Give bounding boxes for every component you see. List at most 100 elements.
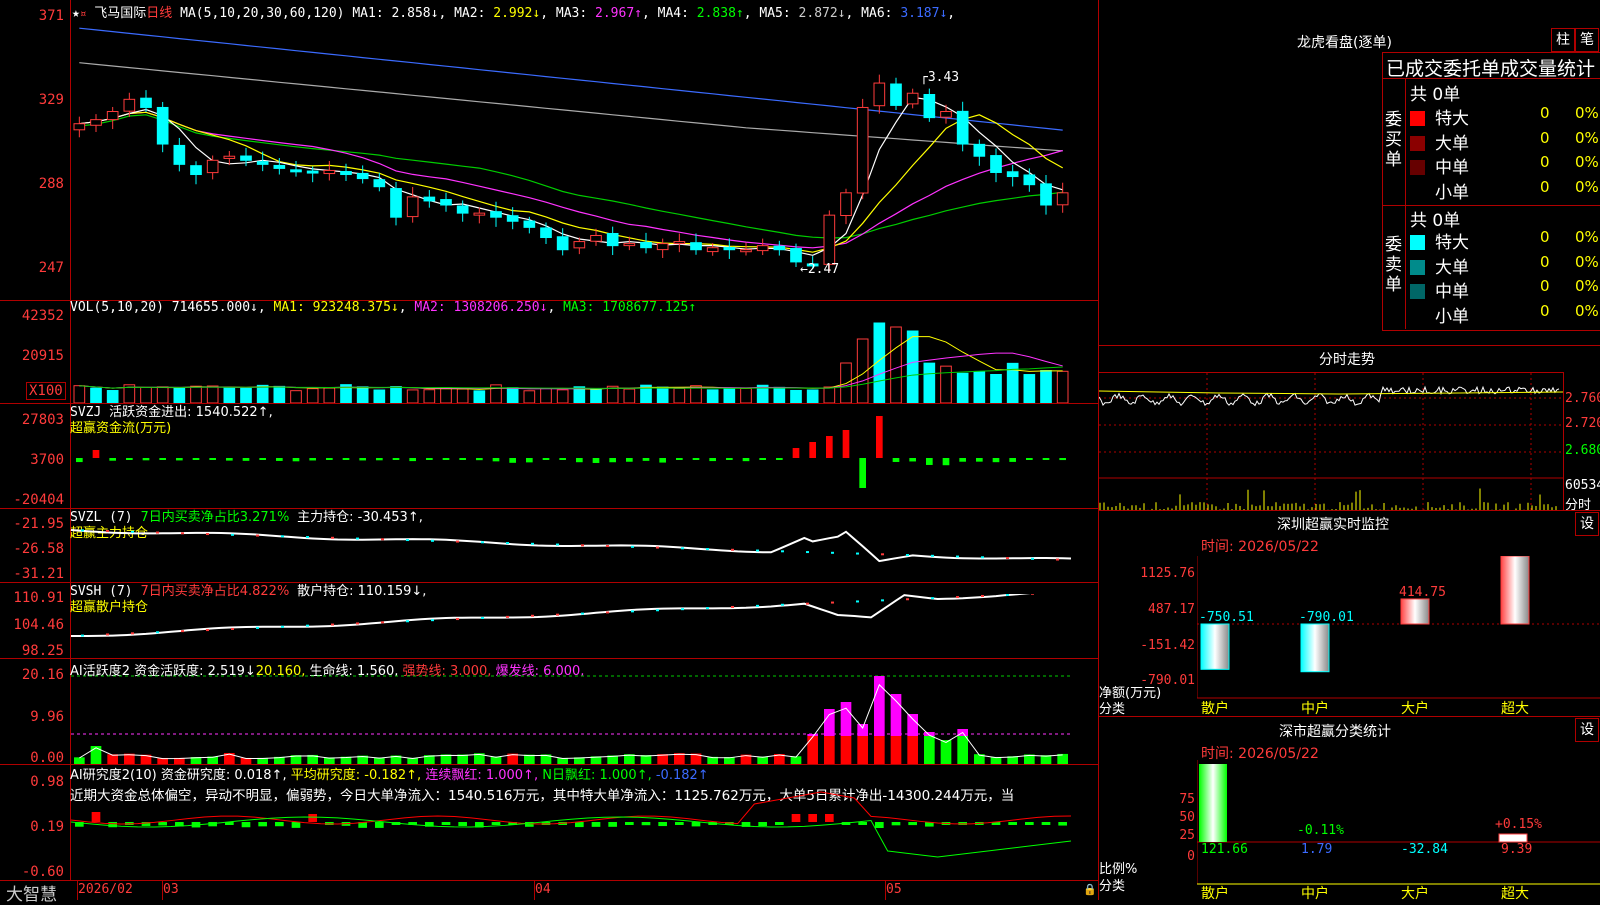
flow-bar bbox=[459, 458, 466, 460]
research-bar bbox=[658, 822, 667, 827]
volume-bar bbox=[290, 390, 302, 403]
candle-body bbox=[1056, 192, 1069, 206]
volume-bar bbox=[890, 326, 902, 403]
sz-monitor-chart[interactable]: -750.51 -790.01 414.75 1125.76 bbox=[1197, 556, 1600, 712]
sell-order-pct: 0% bbox=[1575, 301, 1599, 320]
sell-order-row: 中单 0 0% bbox=[1410, 277, 1600, 302]
lock-icon[interactable]: 🔒 bbox=[1083, 883, 1097, 896]
chart-area[interactable]: ★¤ 飞马国际日线 MA(5,10,20,30,60,120) MA1: 2.8… bbox=[0, 0, 1098, 905]
sz-value-2: 414.75 bbox=[1399, 585, 1446, 600]
sell-order-swatch bbox=[1410, 308, 1425, 324]
research-bar bbox=[158, 822, 167, 826]
sz-value-3: 1125.76 bbox=[1499, 556, 1554, 557]
sz-settings-button[interactable]: 设 bbox=[1575, 512, 1599, 536]
vol-unit[interactable]: X100 bbox=[26, 382, 66, 400]
ai1-ytick-0: 20.16 bbox=[21, 667, 64, 683]
flow-bar bbox=[792, 448, 800, 458]
sz-top-divider bbox=[1099, 510, 1600, 511]
volume-bar bbox=[823, 386, 836, 403]
research-bar bbox=[1058, 822, 1067, 826]
volume-bar bbox=[623, 388, 636, 403]
activity-chart[interactable] bbox=[71, 674, 1097, 764]
flow-bar bbox=[492, 458, 500, 462]
flow-bar bbox=[209, 458, 216, 460]
activity-bar bbox=[907, 736, 918, 764]
candle-body bbox=[990, 155, 1002, 173]
research-bar bbox=[108, 822, 117, 828]
candle-body bbox=[790, 248, 802, 263]
candle-body bbox=[923, 94, 936, 119]
flow-bar bbox=[226, 458, 233, 461]
candlestick-chart[interactable] bbox=[71, 16, 1097, 300]
activity-bar bbox=[824, 736, 835, 764]
flow-bar bbox=[592, 458, 600, 463]
sz-bar-0 bbox=[1200, 623, 1230, 670]
research-bar bbox=[441, 822, 451, 825]
main-ytick-0: 371 bbox=[38, 8, 64, 24]
ma-line-3 bbox=[79, 114, 1063, 239]
candle-body bbox=[256, 161, 269, 165]
volume-bar bbox=[1040, 370, 1052, 403]
sell-order-row: 特大 0 0% bbox=[1410, 228, 1600, 253]
candle-body bbox=[240, 155, 252, 161]
candle-body bbox=[106, 111, 119, 121]
candle-body bbox=[456, 205, 469, 214]
activity-bar-top bbox=[840, 702, 852, 736]
volume-bar bbox=[423, 389, 436, 403]
buy-order-row: 特大 0 0% bbox=[1410, 104, 1600, 129]
fl-stats-chart[interactable]: -0.11% +0.15% 121.66 1.79 -32.84 9.39 bbox=[1197, 760, 1600, 900]
volume-bar bbox=[673, 387, 686, 403]
research-bar bbox=[591, 822, 601, 827]
research-chart[interactable] bbox=[71, 790, 1097, 880]
buy-order-name: 大单 bbox=[1435, 133, 1469, 154]
research-bar bbox=[241, 822, 251, 828]
main-force-chart[interactable] bbox=[71, 520, 1097, 582]
flow-bar bbox=[142, 458, 150, 461]
fl-settings-button[interactable]: 设 bbox=[1575, 718, 1599, 742]
sell-order-swatch bbox=[1410, 235, 1425, 250]
candle-body bbox=[373, 179, 386, 188]
flow-bar bbox=[476, 458, 483, 461]
flow-bar bbox=[376, 458, 383, 461]
volume-bar bbox=[373, 389, 386, 403]
flow-bar bbox=[509, 458, 516, 463]
divider-svzl bbox=[0, 582, 1098, 583]
activity-bar-top bbox=[907, 714, 918, 736]
fl-cat-2: 大户 bbox=[1401, 886, 1429, 902]
xaxis-tick-1 bbox=[162, 880, 163, 900]
research-bar bbox=[575, 822, 584, 828]
flow-bar bbox=[159, 458, 166, 460]
flow-bar bbox=[409, 458, 416, 462]
volume-chart[interactable] bbox=[71, 315, 1097, 403]
fl-cat-3: 超大 bbox=[1501, 886, 1529, 902]
tick-view-button[interactable]: 笔 bbox=[1575, 28, 1599, 52]
fl-tick-0: 75 bbox=[1179, 792, 1195, 807]
research-bar bbox=[91, 812, 101, 822]
ai2-b: 平均研究度: -0.182↑, bbox=[290, 768, 422, 783]
candle-body bbox=[390, 188, 402, 218]
xaxis-label-1: 03 bbox=[163, 882, 179, 897]
buy-order-count: 0 bbox=[1540, 153, 1550, 171]
fund-flow-chart[interactable] bbox=[71, 410, 1097, 508]
candle-body bbox=[1023, 174, 1036, 186]
flow-bar bbox=[176, 458, 183, 461]
retail-chart[interactable] bbox=[71, 594, 1097, 658]
candle-body bbox=[640, 241, 652, 249]
activity-bar bbox=[90, 746, 102, 764]
volume-bar bbox=[156, 386, 169, 403]
candle-body bbox=[1006, 171, 1019, 178]
flow-bar bbox=[642, 458, 650, 461]
volume-bar bbox=[556, 389, 569, 403]
svsh-ytick-2: 98.25 bbox=[21, 643, 64, 659]
bar-view-button[interactable]: 柱 bbox=[1551, 28, 1575, 52]
flow-bar bbox=[876, 416, 883, 458]
divider-vol bbox=[0, 403, 1098, 404]
intraday-chart[interactable] bbox=[1099, 373, 1563, 510]
svsh-ytick-1: 104.46 bbox=[13, 617, 64, 633]
buy-order-pct: 0% bbox=[1575, 128, 1599, 147]
research-bar bbox=[625, 822, 634, 825]
logo[interactable]: 大智慧 bbox=[6, 880, 57, 905]
sell-side-label: 委卖单 bbox=[1385, 235, 1402, 295]
candle-body bbox=[890, 83, 902, 106]
activity-bar bbox=[857, 736, 868, 764]
